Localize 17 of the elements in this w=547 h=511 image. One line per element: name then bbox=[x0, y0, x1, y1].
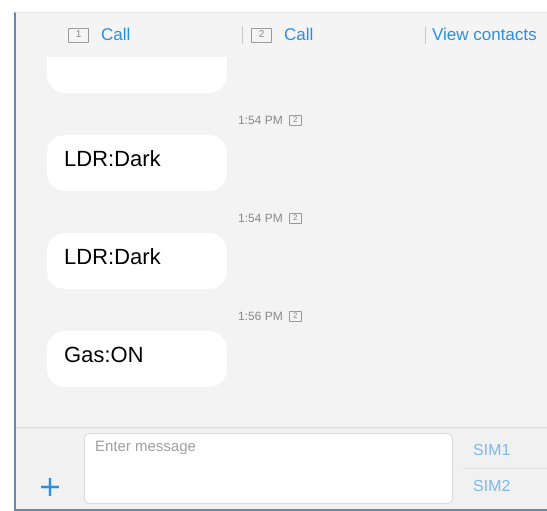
message-bubble: LDR:Dark bbox=[47, 135, 227, 191]
sim-card-icon: 2 bbox=[288, 114, 302, 126]
action-button[interactable]: View contacts bbox=[432, 22, 537, 48]
action-button[interactable]: 1 Call bbox=[66, 22, 236, 48]
message-bubble: Gas:ON bbox=[47, 331, 227, 387]
send-button[interactable]: SIM1 bbox=[463, 433, 547, 468]
sim-card-icon: 1 bbox=[68, 28, 89, 42]
message-input[interactable]: Enter message bbox=[84, 433, 453, 504]
sim-card-icon: 2 bbox=[288, 310, 302, 322]
timestamp: 1:54 PM bbox=[238, 210, 283, 227]
sim-card-icon: 2 bbox=[251, 28, 272, 42]
send-button[interactable]: SIM2 bbox=[463, 468, 547, 504]
sim-card-icon: 2 bbox=[288, 212, 302, 224]
timestamp: 1:56 PM bbox=[238, 308, 283, 325]
timestamp: 1:54 PM bbox=[238, 112, 283, 129]
action-button[interactable]: 2 Call bbox=[249, 22, 419, 48]
message-bubble: LDR:Dark bbox=[47, 233, 227, 289]
